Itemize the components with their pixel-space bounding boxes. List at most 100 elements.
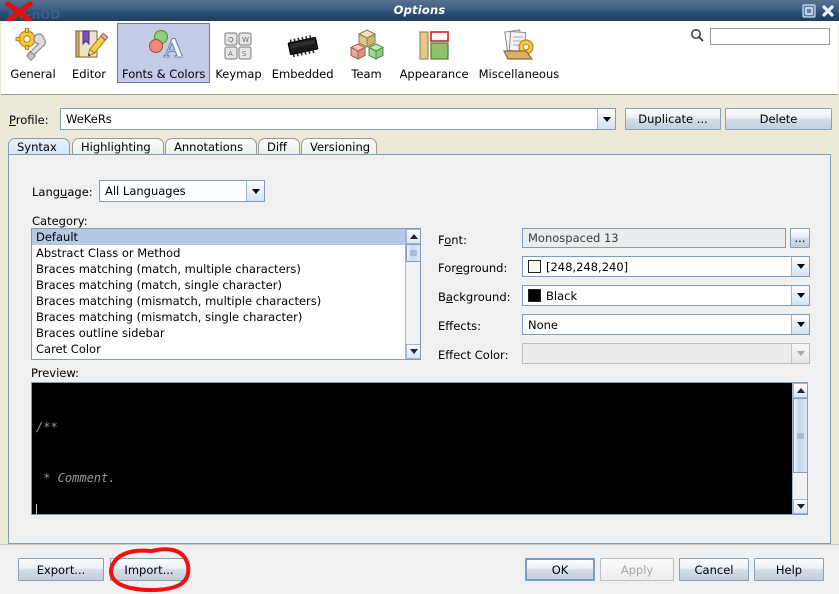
toolbar-item-label: Keymap (215, 67, 261, 81)
toolbar-item-general[interactable]: General (5, 23, 61, 83)
tab-highlighting[interactable]: Highlighting (72, 138, 164, 155)
export-button-label: Export... (37, 563, 86, 577)
delete-button[interactable]: Delete (725, 108, 832, 130)
list-item[interactable]: Braces matching (mismatch, multiple char… (32, 293, 405, 309)
window-layout-icon (415, 27, 453, 65)
microchip-icon (284, 27, 322, 65)
chevron-down-icon (791, 344, 809, 363)
profile-combo[interactable]: WeKeRs (60, 108, 616, 130)
category-toolbar: General Edit (1, 21, 838, 95)
preview-label: Preview: (31, 366, 79, 380)
window-title: Options (0, 3, 839, 17)
foreground-color-swatch (528, 260, 541, 273)
toolbar-item-label: Team (351, 67, 381, 81)
title-bar: Options Nu-nOD (0, 0, 839, 21)
ok-button[interactable]: OK (525, 558, 595, 581)
list-item[interactable]: Default (32, 229, 405, 245)
export-button[interactable]: Export... (18, 558, 104, 581)
list-item[interactable]: Braces outline sidebar (32, 325, 405, 341)
search-icon (690, 28, 704, 45)
category-listbox[interactable]: Default Abstract Class or Method Braces … (31, 228, 421, 360)
delete-button-label: Delete (760, 112, 798, 126)
preview-pane[interactable]: /** * Comment. */ public class JavaExamp… (31, 382, 808, 515)
effects-value: None (523, 318, 558, 332)
svg-text:A: A (228, 50, 233, 58)
import-button-label: Import... (124, 563, 173, 577)
palette-letter-a-icon: A (145, 27, 183, 65)
font-label: Font: (438, 233, 467, 247)
chevron-down-icon[interactable] (791, 286, 809, 305)
font-browse-button[interactable]: ... (790, 228, 810, 248)
chevron-down-icon[interactable] (597, 109, 615, 129)
toolbar-item-label: Fonts & Colors (122, 67, 205, 81)
cancel-button[interactable]: Cancel (679, 558, 749, 581)
list-item[interactable]: Braces matching (mismatch, single charac… (32, 309, 405, 325)
tab-diff[interactable]: Diff (258, 138, 300, 155)
effects-combo[interactable]: None (522, 314, 810, 335)
toolbar-item-keymap[interactable]: QW AS Keymap (210, 23, 266, 83)
scroll-up-icon[interactable] (406, 229, 421, 244)
tab-versioning[interactable]: Versioning (301, 138, 377, 155)
svg-text:W: W (242, 36, 249, 44)
tab-label: Annotations (174, 140, 243, 154)
language-combo[interactable]: All Languages (99, 180, 265, 202)
options-dialog: Options Nu-nOD (0, 0, 839, 593)
help-button[interactable]: Help (754, 558, 824, 581)
foreground-value: [248,248,240] (546, 260, 628, 274)
apply-button: Apply (600, 558, 674, 581)
toolbar-item-embedded[interactable]: Embedded (267, 23, 339, 83)
gear-wrench-icon (14, 27, 52, 65)
import-button[interactable]: Import... (110, 558, 188, 581)
scroll-up-icon[interactable] (793, 383, 808, 398)
tab-annotations[interactable]: Annotations (165, 138, 257, 155)
language-combo-value: All Languages (100, 184, 246, 198)
effect-color-label: Effect Color: (438, 348, 508, 362)
scrollbar-thumb[interactable] (793, 398, 808, 473)
settings-tabs: Syntax Highlighting Annotations Diff Ver… (8, 138, 831, 155)
list-item[interactable]: Caret Color (32, 341, 405, 357)
preview-scrollbar[interactable] (792, 383, 807, 514)
toolbar-items: General Edit (5, 23, 564, 83)
scroll-down-icon[interactable] (406, 344, 421, 359)
close-button[interactable] (820, 3, 835, 18)
cubes-icon (348, 27, 386, 65)
book-pencil-icon (70, 27, 108, 65)
foreground-combo[interactable]: [248,248,240] (522, 256, 810, 277)
tab-label: Syntax (17, 140, 57, 154)
toolbar-item-label: Appearance (400, 67, 469, 81)
chevron-down-icon[interactable] (791, 315, 809, 334)
toolbar-item-fonts-and-colors[interactable]: A Fonts & Colors (117, 23, 210, 83)
font-value-field[interactable]: Monospaced 13 (522, 228, 786, 248)
toolbar-item-appearance[interactable]: Appearance (395, 23, 474, 83)
cancel-button-label: Cancel (695, 563, 734, 577)
font-browse-label: ... (795, 231, 806, 245)
background-label: Background: (438, 290, 511, 304)
profile-label: Profile: (9, 113, 49, 127)
svg-text:Q: Q (228, 36, 234, 44)
maximize-button[interactable] (801, 3, 816, 18)
category-label: Category: (32, 214, 88, 228)
category-scrollbar[interactable] (405, 229, 420, 359)
list-item[interactable]: Abstract Class or Method (32, 245, 405, 261)
toolbar-item-label: Miscellaneous (479, 67, 560, 81)
duplicate-button[interactable]: Duplicate ... (625, 108, 721, 130)
documents-gear-icon (500, 27, 538, 65)
tab-syntax[interactable]: Syntax (8, 138, 70, 155)
list-item[interactable]: Braces matching (match, multiple charact… (32, 261, 405, 277)
toolbar-search (690, 28, 830, 45)
background-color-swatch (528, 289, 541, 302)
scrollbar-track[interactable] (406, 244, 421, 344)
toolbar-item-miscellaneous[interactable]: Miscellaneous (474, 23, 565, 83)
background-combo[interactable]: Black (522, 285, 810, 306)
list-item[interactable]: Braces matching (match, single character… (32, 277, 405, 293)
scrollbar-track[interactable] (793, 398, 808, 499)
scroll-down-icon[interactable] (793, 499, 808, 514)
scrollbar-thumb[interactable] (406, 244, 421, 262)
chevron-down-icon[interactable] (246, 181, 264, 201)
toolbar-item-editor[interactable]: Editor (61, 23, 117, 83)
chevron-down-icon[interactable] (791, 257, 809, 276)
toolbar-item-team[interactable]: Team (339, 23, 395, 83)
keyboard-keys-icon: QW AS (220, 27, 258, 65)
apply-button-label: Apply (621, 563, 653, 577)
search-input[interactable] (710, 28, 830, 45)
